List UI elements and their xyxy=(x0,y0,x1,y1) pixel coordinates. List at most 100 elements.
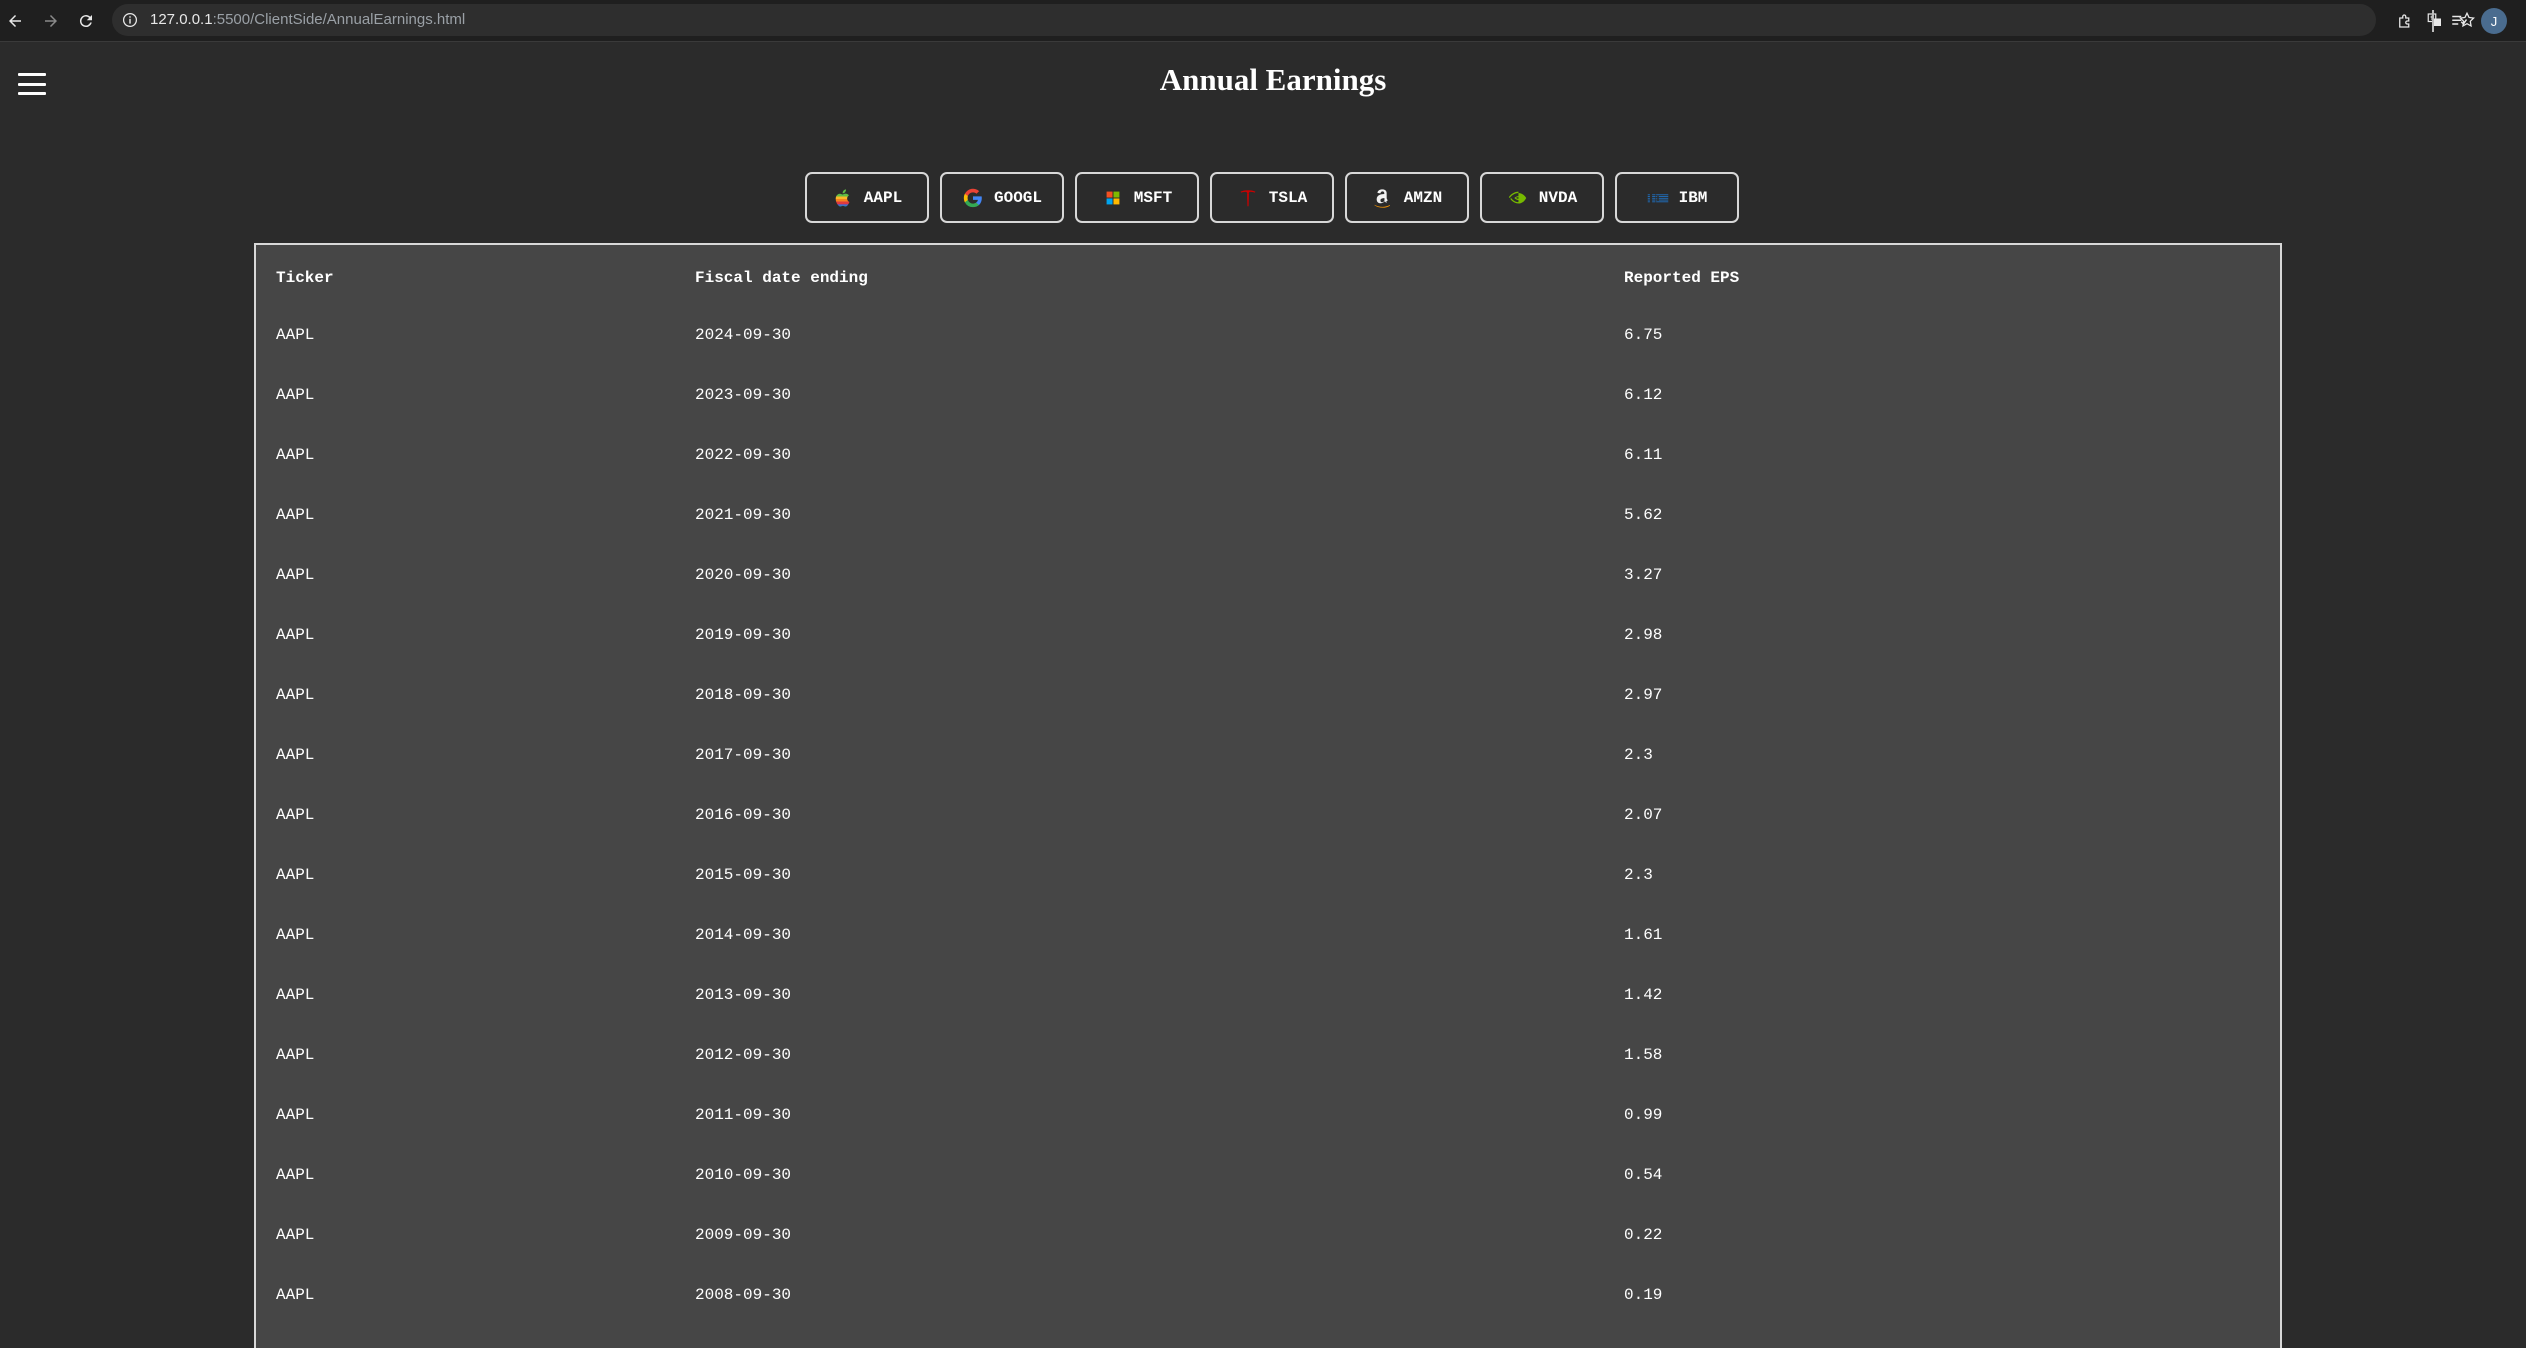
ticker-label: IBM xyxy=(1678,188,1708,207)
column-header-ticker: Ticker xyxy=(276,268,334,287)
amazon-logo-icon xyxy=(1372,187,1394,209)
browser-toolbar: 127.0.0.1:5500/ClientSide/AnnualEarnings… xyxy=(0,0,2526,42)
reload-button[interactable] xyxy=(73,8,99,34)
cell-reported-eps: 2.3 xyxy=(1624,746,1653,764)
ticker-button-amzn[interactable]: AMZN xyxy=(1345,172,1469,223)
ticker-button-nvda[interactable]: NVDA xyxy=(1480,172,1604,223)
address-bar[interactable]: 127.0.0.1:5500/ClientSide/AnnualEarnings… xyxy=(112,4,2475,36)
table-row: AAPL 2014-09-30 1.61 xyxy=(256,905,2280,965)
cell-fiscal-date: 2010-09-30 xyxy=(695,1166,792,1184)
cell-ticker: AAPL xyxy=(276,866,315,884)
table-row: AAPL 2015-09-30 2.3 xyxy=(256,845,2280,905)
cell-fiscal-date: 2012-09-30 xyxy=(695,1046,792,1064)
ibm-logo-icon xyxy=(1647,187,1669,209)
earnings-table-container: Ticker Fiscal date ending Reported EPS A… xyxy=(254,243,2282,1348)
translate-button[interactable] xyxy=(2422,7,2448,33)
cell-fiscal-date: 2022-09-30 xyxy=(695,446,792,464)
cell-fiscal-date: 2016-09-30 xyxy=(695,806,792,824)
cell-reported-eps: 1.61 xyxy=(1624,926,1663,944)
earnings-table: Ticker Fiscal date ending Reported EPS A… xyxy=(256,245,2280,1325)
column-header-fiscal-date: Fiscal date ending xyxy=(695,268,868,287)
cell-reported-eps: 2.3 xyxy=(1624,866,1653,884)
reading-list-icon xyxy=(2452,15,2468,26)
table-header-row: Ticker Fiscal date ending Reported EPS xyxy=(256,245,2280,305)
cell-fiscal-date: 2023-09-30 xyxy=(695,386,792,404)
ticker-button-aapl[interactable]: AAPL xyxy=(805,172,929,223)
profile-avatar[interactable]: J xyxy=(2481,8,2507,34)
cell-reported-eps: 2.98 xyxy=(1624,626,1663,644)
nvidia-logo-icon xyxy=(1507,187,1529,209)
ticker-button-ibm[interactable]: IBM xyxy=(1615,172,1739,223)
ticker-button-googl[interactable]: GOOGL xyxy=(940,172,1064,223)
table-row: AAPL 2021-09-30 5.62 xyxy=(256,485,2280,545)
cell-reported-eps: 6.12 xyxy=(1624,386,1663,404)
cell-reported-eps: 0.54 xyxy=(1624,1166,1663,1184)
table-row: AAPL 2008-09-30 0.19 xyxy=(256,1265,2280,1325)
url-text[interactable]: 127.0.0.1:5500/ClientSide/AnnualEarnings… xyxy=(150,11,465,28)
ticker-label: AMZN xyxy=(1403,188,1443,207)
table-row: AAPL 2024-09-30 6.75 xyxy=(256,305,2280,365)
table-row: AAPL 2010-09-30 0.54 xyxy=(256,1145,2280,1205)
cell-fiscal-date: 2013-09-30 xyxy=(695,986,792,1004)
cell-fiscal-date: 2017-09-30 xyxy=(695,746,792,764)
table-body: AAPL 2024-09-30 6.75 AAPL 2023-09-30 6.12 AAPL… xyxy=(256,305,2280,1325)
cell-ticker: AAPL xyxy=(276,926,315,944)
cell-ticker: AAPL xyxy=(276,626,315,644)
table-row: AAPL 2023-09-30 6.12 xyxy=(256,365,2280,425)
cell-ticker: AAPL xyxy=(276,1046,315,1064)
table-row: AAPL 2017-09-30 2.3 xyxy=(256,725,2280,785)
cell-fiscal-date: 2024-09-30 xyxy=(695,326,792,344)
table-row: AAPL 2011-09-30 0.99 xyxy=(256,1085,2280,1145)
cell-fiscal-date: 2008-09-30 xyxy=(695,1286,792,1304)
table-row: AAPL 2019-09-30 2.98 xyxy=(256,605,2280,665)
ticker-label: TSLA xyxy=(1268,188,1308,207)
puzzle-icon xyxy=(2399,14,2410,28)
cell-fiscal-date: 2019-09-30 xyxy=(695,626,792,644)
column-header-reported-eps: Reported EPS xyxy=(1624,268,1740,287)
apple-logo-icon xyxy=(832,187,854,209)
table-row: AAPL 2020-09-30 3.27 xyxy=(256,545,2280,605)
cell-ticker: AAPL xyxy=(276,1226,315,1244)
cell-ticker: AAPL xyxy=(276,1286,315,1304)
table-row: AAPL 2018-09-30 2.97 xyxy=(256,665,2280,725)
cell-reported-eps: 6.75 xyxy=(1624,326,1663,344)
site-info-icon[interactable] xyxy=(120,10,140,30)
cell-reported-eps: 0.22 xyxy=(1624,1226,1663,1244)
cell-fiscal-date: 2011-09-30 xyxy=(695,1106,792,1124)
cell-reported-eps: 1.58 xyxy=(1624,1046,1663,1064)
cell-reported-eps: 3.27 xyxy=(1624,566,1663,584)
cell-ticker: AAPL xyxy=(276,746,315,764)
cell-ticker: AAPL xyxy=(276,1106,315,1124)
ticker-button-msft[interactable]: MSFT xyxy=(1075,172,1199,223)
table-row: AAPL 2016-09-30 2.07 xyxy=(256,785,2280,845)
cell-ticker: AAPL xyxy=(276,326,315,344)
cell-fiscal-date: 2009-09-30 xyxy=(695,1226,792,1244)
cell-reported-eps: 2.07 xyxy=(1624,806,1663,824)
table-row: AAPL 2012-09-30 1.58 xyxy=(256,1025,2280,1085)
microsoft-logo-icon xyxy=(1102,187,1124,209)
extensions-button[interactable] xyxy=(2392,8,2418,34)
cell-ticker: AAPL xyxy=(276,446,315,464)
cell-reported-eps: 5.62 xyxy=(1624,506,1663,524)
forward-button[interactable] xyxy=(38,8,64,34)
cell-ticker: AAPL xyxy=(276,686,315,704)
url-path: :5500/ClientSide/AnnualEarnings.html xyxy=(212,11,466,28)
back-button[interactable] xyxy=(2,8,28,34)
table-row: AAPL 2013-09-30 1.42 xyxy=(256,965,2280,1025)
cell-fiscal-date: 2021-09-30 xyxy=(695,506,792,524)
cell-reported-eps: 2.97 xyxy=(1624,686,1663,704)
arrow-right-icon xyxy=(45,15,57,27)
cell-fiscal-date: 2020-09-30 xyxy=(695,566,792,584)
ticker-label: MSFT xyxy=(1133,188,1173,207)
ticker-label: NVDA xyxy=(1538,188,1578,207)
reading-list-button[interactable] xyxy=(2446,8,2472,34)
ticker-button-tsla[interactable]: TSLA xyxy=(1210,172,1334,223)
cell-ticker: AAPL xyxy=(276,986,315,1004)
table-row: AAPL 2009-09-30 0.22 xyxy=(256,1205,2280,1265)
cell-reported-eps: 0.19 xyxy=(1624,1286,1663,1304)
cell-reported-eps: 6.11 xyxy=(1624,446,1663,464)
url-host: 127.0.0.1 xyxy=(150,11,213,28)
cell-ticker: AAPL xyxy=(276,1166,315,1184)
cell-fiscal-date: 2018-09-30 xyxy=(695,686,792,704)
ticker-label: GOOGL xyxy=(993,188,1042,207)
